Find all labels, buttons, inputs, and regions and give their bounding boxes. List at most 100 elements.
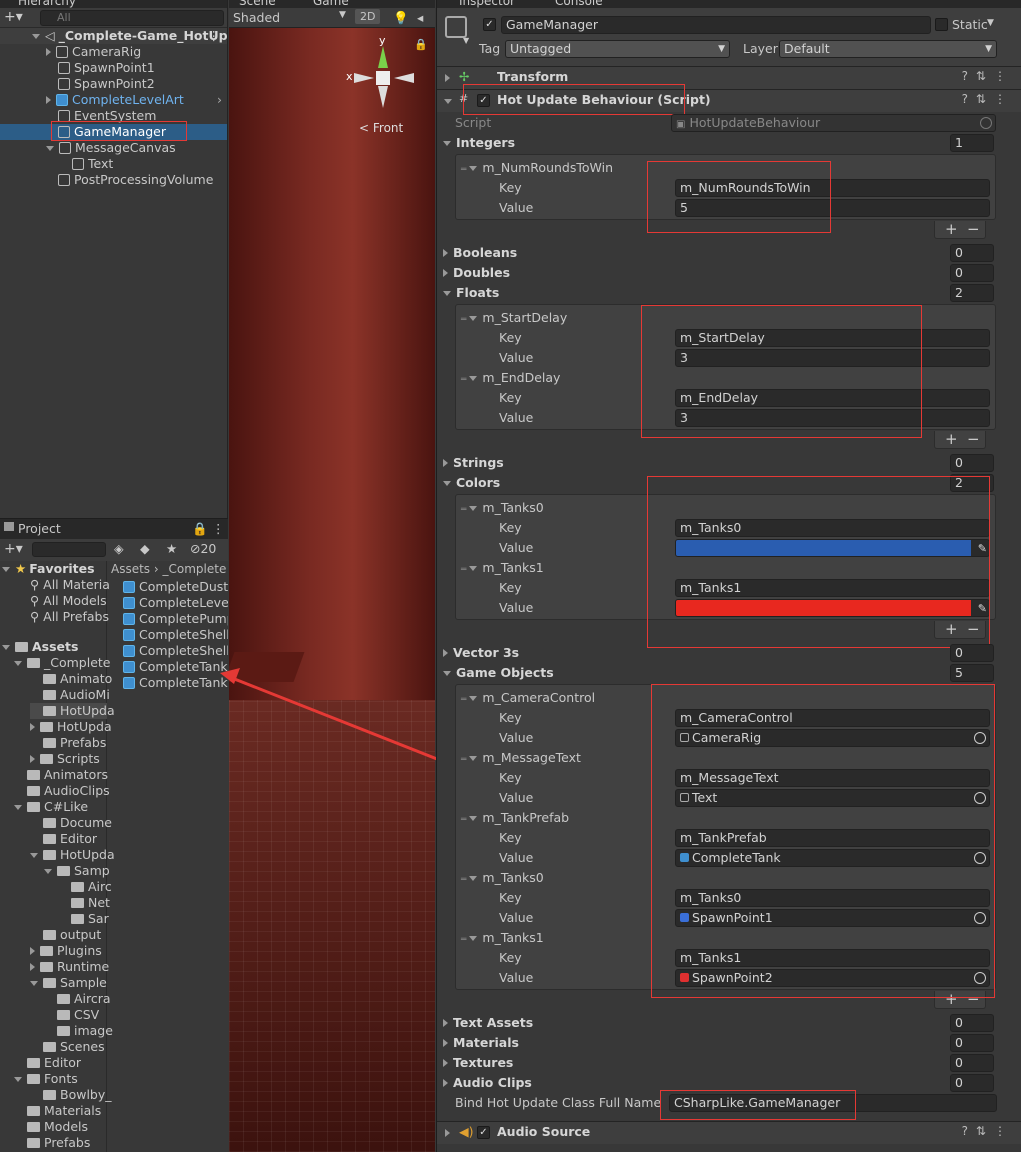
size-field-textassets[interactable]: 0 (950, 1014, 994, 1032)
tab-inspector[interactable]: Inspector (459, 0, 515, 8)
add-remove-buttons[interactable]: + − (934, 431, 986, 449)
key-field[interactable]: m_Tanks1 (675, 579, 990, 597)
object-name-field[interactable]: GameManager (501, 16, 931, 34)
size-field-gameobjects[interactable]: 5 (950, 664, 994, 682)
drag-handle-icon[interactable]: ═ (461, 932, 466, 948)
remove-element-button[interactable]: − (967, 221, 980, 237)
expand-icon[interactable] (443, 141, 451, 146)
size-field-doubles[interactable]: 0 (950, 264, 994, 282)
object-field[interactable]: CompleteTank (675, 849, 990, 867)
size-field-audioclips[interactable]: 0 (950, 1074, 994, 1092)
drag-handle-icon[interactable]: ═ (461, 872, 466, 888)
element-header[interactable]: ═ m_StartDelay (461, 310, 567, 328)
expand-icon[interactable] (443, 291, 451, 296)
section-header-textassets[interactable]: Text Assets (443, 1015, 533, 1031)
static-label[interactable]: Static (952, 17, 988, 33)
add-remove-buttons[interactable]: + − (934, 621, 986, 639)
expand-icon[interactable] (469, 376, 478, 381)
hot-update-header[interactable]: # ✓ Hot Update Behaviour (Script) ?⇅⋮ (437, 90, 1021, 112)
object-picker-icon[interactable] (974, 912, 986, 924)
color-field[interactable]: ✎ (675, 599, 990, 617)
expand-icon[interactable] (443, 269, 448, 277)
component-tools-icons[interactable]: ?⇅⋮ (962, 1124, 1014, 1138)
section-header-doubles[interactable]: Doubles (443, 265, 510, 281)
drag-handle-icon[interactable]: ═ (461, 162, 466, 178)
section-header-strings[interactable]: Strings (443, 455, 504, 471)
expand-icon[interactable] (469, 566, 478, 571)
add-remove-buttons[interactable]: + − (934, 221, 986, 239)
object-field[interactable]: SpawnPoint2 (675, 969, 990, 987)
element-header[interactable]: ═ m_TankPrefab (461, 810, 569, 828)
object-field[interactable]: CameraRig (675, 729, 990, 747)
expand-icon[interactable] (469, 876, 478, 881)
element-header[interactable]: ═ m_Tanks0 (461, 500, 544, 518)
expand-icon[interactable] (443, 1039, 448, 1047)
object-field[interactable]: SpawnPoint1 (675, 909, 990, 927)
element-header[interactable]: ═ m_Tanks1 (461, 930, 544, 948)
section-header-audioclips[interactable]: Audio Clips (443, 1075, 532, 1091)
element-header[interactable]: ═ m_MessageText (461, 750, 581, 768)
key-field[interactable]: m_CameraControl (675, 709, 990, 727)
eyedropper-icon[interactable]: ✎ (978, 541, 987, 556)
remove-element-button[interactable]: − (967, 621, 980, 637)
expand-icon[interactable] (469, 696, 478, 701)
section-header-floats[interactable]: Floats (443, 285, 499, 301)
element-header[interactable]: ═ m_NumRoundsToWin (461, 160, 613, 178)
section-header-booleans[interactable]: Booleans (443, 245, 517, 261)
remove-element-button[interactable]: − (967, 991, 980, 1007)
drag-handle-icon[interactable]: ═ (461, 502, 466, 518)
component-enabled-checkbox[interactable]: ✓ (477, 1126, 490, 1139)
tag-dropdown[interactable]: Untagged ▼ (505, 40, 730, 58)
section-header-textures[interactable]: Textures (443, 1055, 513, 1071)
audio-source-header[interactable]: ◀) ✓ Audio Source ?⇅⋮ (437, 1122, 1021, 1144)
color-swatch[interactable] (676, 600, 971, 616)
expand-icon[interactable] (469, 816, 478, 821)
expand-icon[interactable] (443, 1059, 448, 1067)
drag-handle-icon[interactable]: ═ (461, 312, 466, 328)
key-field[interactable]: m_Tanks0 (675, 519, 990, 537)
object-field[interactable]: Text (675, 789, 990, 807)
object-picker-icon[interactable] (974, 852, 986, 864)
eyedropper-icon[interactable]: ✎ (978, 601, 987, 616)
object-picker-icon[interactable] (974, 972, 986, 984)
size-field-textures[interactable]: 0 (950, 1054, 994, 1072)
key-field[interactable]: m_EndDelay (675, 389, 990, 407)
tab-console[interactable]: Console (555, 0, 603, 8)
section-header-vector3s[interactable]: Vector 3s (443, 645, 519, 661)
size-field-booleans[interactable]: 0 (950, 244, 994, 262)
expand-icon[interactable] (443, 1079, 448, 1087)
expand-icon[interactable] (469, 166, 478, 171)
drag-handle-icon[interactable]: ═ (461, 752, 466, 768)
remove-element-button[interactable]: − (967, 431, 980, 447)
section-header-materials[interactable]: Materials (443, 1035, 519, 1051)
size-field-vector3s[interactable]: 0 (950, 644, 994, 662)
add-element-button[interactable]: + (945, 991, 958, 1007)
expand-icon[interactable] (443, 1019, 448, 1027)
key-field[interactable]: m_StartDelay (675, 329, 990, 347)
bind-class-field[interactable]: CSharpLike.GameManager (669, 1094, 997, 1112)
expand-icon[interactable] (443, 649, 448, 657)
key-field[interactable]: m_Tanks0 (675, 889, 990, 907)
expand-icon[interactable] (443, 481, 451, 486)
expand-icon[interactable] (443, 459, 448, 467)
size-field-integers[interactable]: 1 (950, 134, 994, 152)
section-header-gameobjects[interactable]: Game Objects (443, 665, 554, 681)
key-field[interactable]: m_MessageText (675, 769, 990, 787)
object-picker-icon[interactable] (974, 732, 986, 744)
expand-icon[interactable] (443, 671, 451, 676)
drag-handle-icon[interactable]: ═ (461, 562, 466, 578)
size-field-floats[interactable]: 2 (950, 284, 994, 302)
element-header[interactable]: ═ m_Tanks0 (461, 870, 544, 888)
chevron-down-icon[interactable]: ▼ (987, 18, 994, 28)
key-field[interactable]: m_Tanks1 (675, 949, 990, 967)
section-header-integers[interactable]: Integers (443, 135, 515, 151)
value-field[interactable]: 3 (675, 409, 990, 427)
add-element-button[interactable]: + (945, 221, 958, 237)
drag-handle-icon[interactable]: ═ (461, 812, 466, 828)
drag-handle-icon[interactable]: ═ (461, 372, 466, 388)
expand-icon[interactable] (469, 316, 478, 321)
section-header-colors[interactable]: Colors (443, 475, 500, 491)
color-swatch[interactable] (676, 540, 971, 556)
expand-icon[interactable] (469, 506, 478, 511)
static-checkbox[interactable] (935, 18, 948, 31)
